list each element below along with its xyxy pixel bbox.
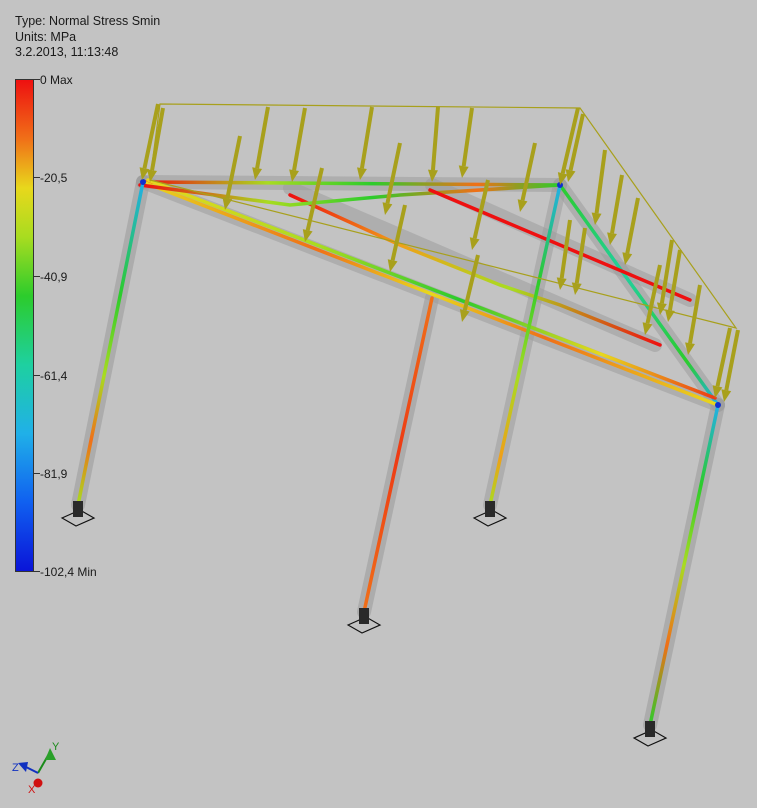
fixed-support-icon xyxy=(632,721,668,747)
load-arrow xyxy=(571,227,587,295)
legend-label-min: -102,4 Min xyxy=(40,565,97,579)
load-arrow xyxy=(591,149,607,225)
result-date-text: 3.2.2013, 11:13:48 xyxy=(15,45,119,59)
legend-label: -20,5 xyxy=(40,171,68,185)
fixed-support-icon xyxy=(60,501,96,527)
load-arrow xyxy=(556,219,572,290)
member-column-right xyxy=(648,403,720,727)
load-arrow xyxy=(607,174,624,245)
load-arrow xyxy=(517,142,537,212)
legend-color-bar xyxy=(15,79,34,572)
load-arrow xyxy=(622,197,640,265)
fixed-support-icon xyxy=(346,608,382,634)
legend-label: -40,9 xyxy=(40,270,68,284)
graphics-viewport[interactable]: Y Z X xyxy=(0,0,757,803)
load-arrow xyxy=(427,106,440,182)
load-arrow xyxy=(252,106,270,180)
load-arrow xyxy=(458,107,474,178)
legend-label: -81,9 xyxy=(40,467,68,481)
triad-x-label: X xyxy=(28,784,36,796)
load-arrow xyxy=(357,106,374,180)
result-info: Type: Normal Stress Smin Units: MPa 3.2.… xyxy=(15,14,160,61)
triad-z-label: Z xyxy=(12,762,19,774)
result-units-text: Units: MPa xyxy=(15,29,77,44)
member-column-mid xyxy=(362,296,434,614)
legend-label-max: 0 Max xyxy=(40,73,73,87)
view-triad[interactable]: Y Z X xyxy=(12,741,60,796)
load-arrow xyxy=(289,107,307,182)
result-type-text: Type: Normal Stress Smin xyxy=(15,14,161,28)
member-column-left xyxy=(76,180,145,507)
structure-3d-view[interactable]: Y Z X xyxy=(0,0,757,803)
fixed-support-icon xyxy=(472,501,508,527)
legend-label: -61,4 xyxy=(40,369,68,383)
triad-y-label: Y xyxy=(52,741,60,753)
supports[interactable] xyxy=(60,501,668,747)
